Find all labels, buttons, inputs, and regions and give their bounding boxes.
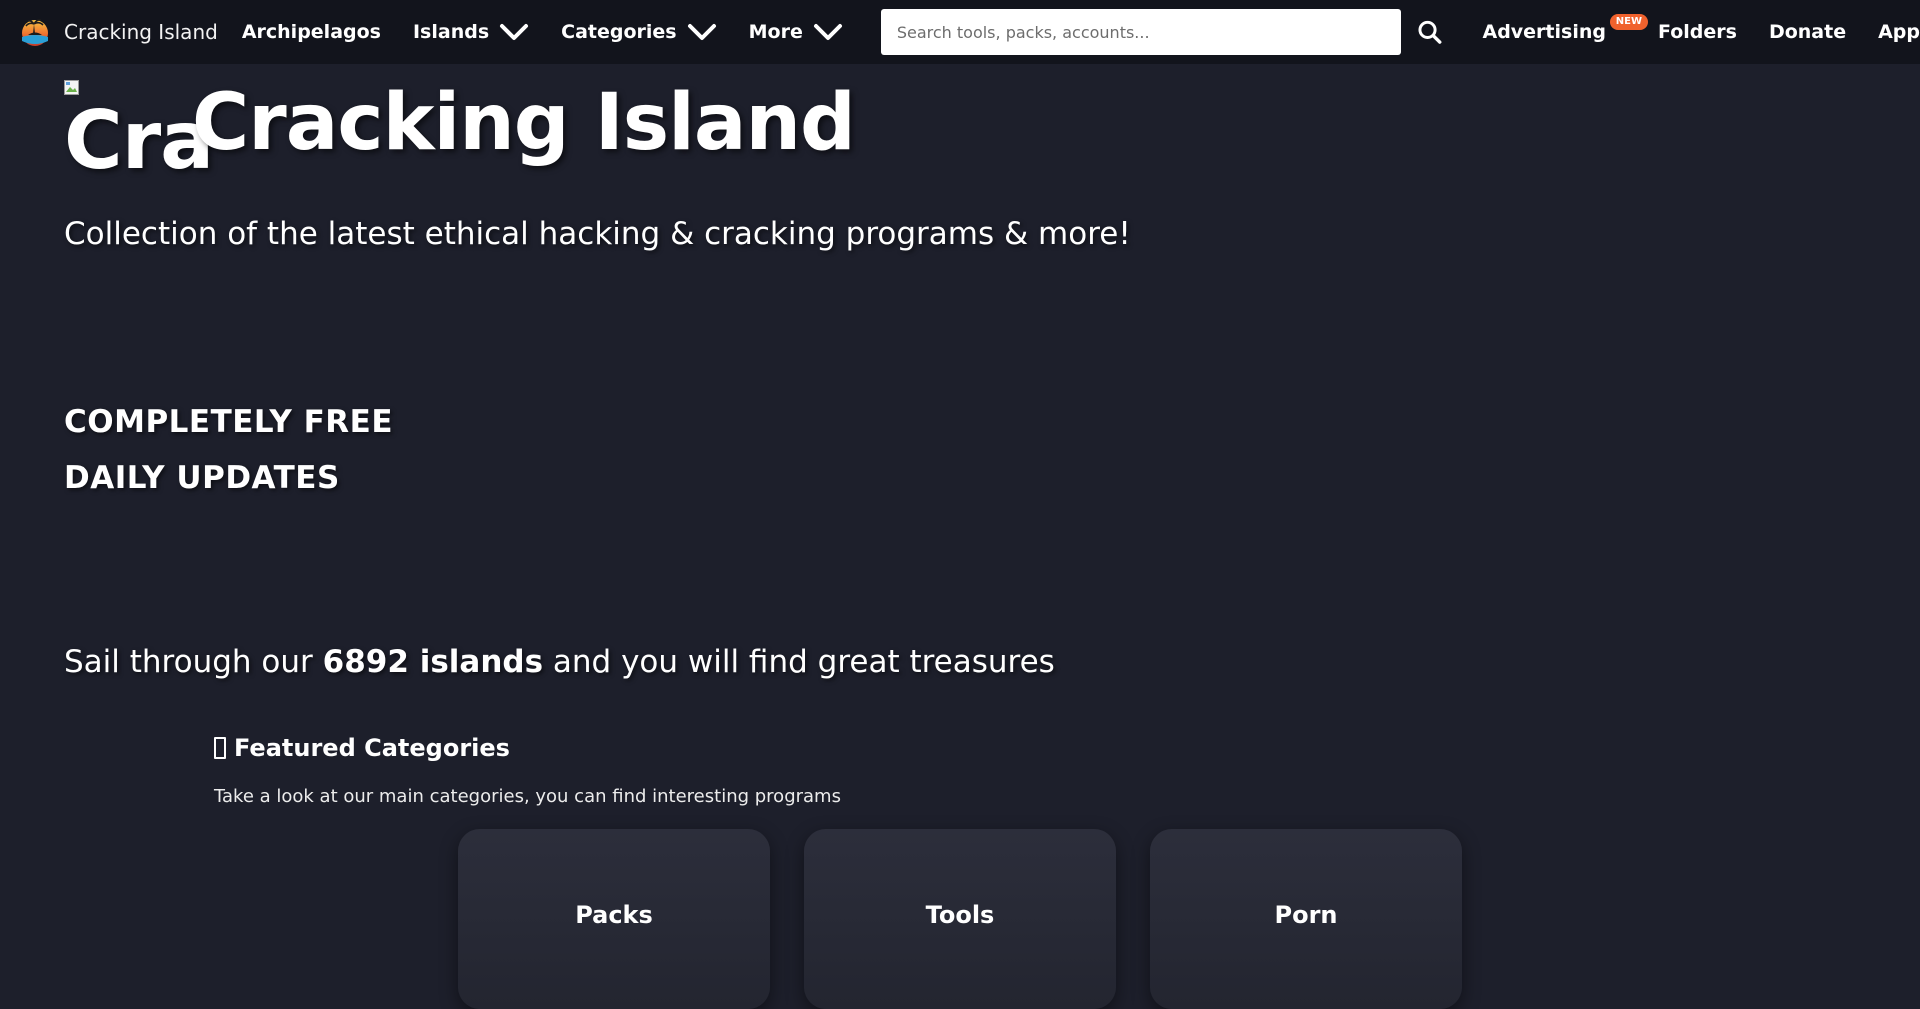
island-count: 6892 islands — [322, 644, 544, 680]
sail-text: Sail through our 6892 islands and you wi… — [64, 644, 1055, 680]
nav-folders-label: Folders — [1657, 21, 1737, 43]
nav-archipelagos-label: Archipelagos — [241, 21, 381, 43]
nav-advertising-label: Advertising — [1482, 21, 1606, 43]
featured-title-label: Featured Categories — [234, 734, 510, 762]
hero-title: Cracking Island — [192, 78, 856, 168]
sail-prefix: Sail through our — [64, 644, 323, 680]
featured-description: Take a look at our main categories, you … — [214, 786, 841, 807]
chevron-down-icon — [500, 24, 529, 40]
featured-categories-section: Featured Categories Take a look at our m… — [214, 734, 1514, 807]
nav-more-dropdown[interactable]: More — [749, 0, 843, 64]
category-card-label: Tools — [925, 901, 995, 929]
nav-islands-label: Islands — [412, 21, 490, 43]
category-card-label: Packs — [575, 901, 653, 929]
nav-app[interactable]: App — [1878, 0, 1920, 64]
featured-title: Featured Categories — [214, 734, 1514, 762]
missing-glyph-icon — [214, 737, 226, 759]
nav-archipelagos[interactable]: Archipelagos — [242, 0, 381, 64]
island-logo-icon — [22, 19, 48, 46]
nav-categories-label: Categories — [561, 21, 677, 43]
chevron-down-icon — [813, 24, 842, 40]
feature-free: COMPLETELY FREE — [64, 404, 393, 440]
nav-advertising[interactable]: Advertising NEW — [1482, 0, 1648, 64]
category-card-porn[interactable]: Porn — [1150, 829, 1462, 1009]
new-badge: NEW — [1609, 14, 1648, 30]
category-card-packs[interactable]: Packs — [458, 829, 770, 1009]
hero-logo-alt-text: Cra — [64, 94, 214, 187]
feature-updates: DAILY UPDATES — [64, 460, 340, 496]
nav-donate[interactable]: Donate — [1769, 0, 1846, 64]
search-icon[interactable] — [1417, 17, 1442, 47]
search-input[interactable] — [880, 9, 1402, 55]
chevron-down-icon — [687, 24, 716, 40]
top-navbar: Cracking Island Archipelagos Islands Cat… — [0, 0, 1920, 64]
brand-link[interactable]: Cracking Island — [0, 0, 242, 64]
category-card-label: Porn — [1274, 901, 1338, 929]
nav-right-links: Advertising NEW Folders Donate App — [1482, 0, 1920, 64]
sail-suffix: and you will find great treasures — [543, 644, 1055, 680]
brand-name: Cracking Island — [64, 20, 218, 44]
hero-subtitle: Collection of the latest ethical hacking… — [64, 216, 1131, 252]
nav-donate-label: Donate — [1768, 21, 1847, 43]
category-card-tools[interactable]: Tools — [804, 829, 1116, 1009]
nav-categories-dropdown[interactable]: Categories — [561, 0, 716, 64]
nav-folders[interactable]: Folders — [1658, 0, 1737, 64]
category-cards: Packs Tools Porn — [458, 829, 1496, 1009]
nav-more-label: More — [748, 21, 803, 43]
nav-islands-dropdown[interactable]: Islands — [413, 0, 529, 64]
nav-app-label: App — [1878, 21, 1920, 43]
